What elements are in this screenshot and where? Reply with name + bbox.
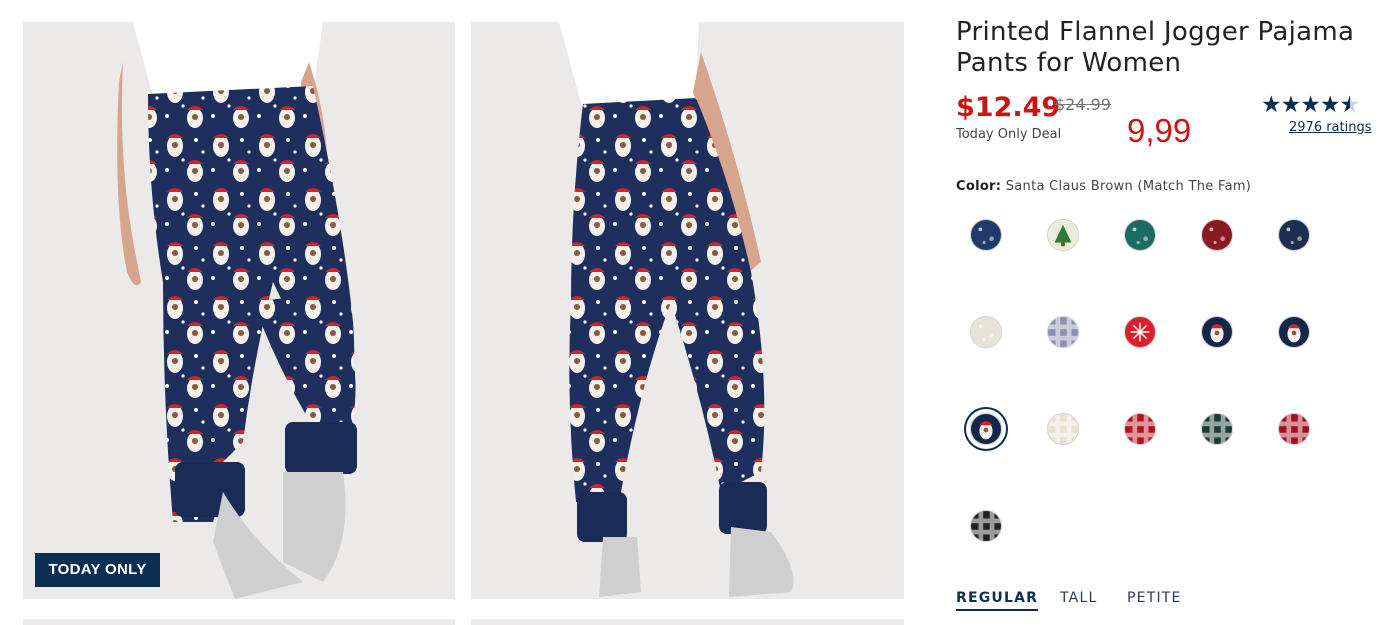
swatch-christmas-tree[interactable] bbox=[1047, 219, 1079, 251]
swatch-plaid-lavender[interactable] bbox=[1047, 316, 1079, 348]
swatch-navy-print[interactable] bbox=[970, 219, 1002, 251]
swatch-red-snowflake[interactable] bbox=[1124, 316, 1156, 348]
star-icon: ★ bbox=[1280, 91, 1302, 117]
swatch-teal-ornament[interactable] bbox=[1124, 219, 1156, 251]
swatch-santa-navy[interactable] bbox=[1201, 316, 1233, 348]
color-label-key: Color: bbox=[956, 179, 1002, 194]
tab-petite[interactable]: PETITE bbox=[1127, 590, 1182, 606]
swatch-santa-navy-2[interactable] bbox=[1278, 316, 1310, 348]
alt-price-overlay: 9,99 bbox=[1127, 112, 1192, 149]
star-rating[interactable]: ★★★★★ ★ bbox=[1261, 90, 1361, 118]
swatch-santa-claus-brown[interactable] bbox=[970, 413, 1002, 445]
color-label-value: Santa Claus Brown (Match The Fam) bbox=[1005, 179, 1252, 194]
product-title: Printed Flannel Jogger Pajama Pants for … bbox=[956, 17, 1355, 78]
swatch-black-white-check[interactable] bbox=[970, 510, 1002, 542]
pajama-back-illustration bbox=[471, 22, 904, 599]
swatch-cream-plaid[interactable] bbox=[1047, 413, 1079, 445]
swatch-green-plaid[interactable] bbox=[1201, 413, 1233, 445]
deal-label: Today Only Deal bbox=[956, 127, 1062, 142]
tab-tall[interactable]: TALL bbox=[1060, 590, 1097, 606]
pajama-front-illustration bbox=[23, 22, 455, 599]
half-star-icon: ★ ★ bbox=[1339, 91, 1361, 117]
product-image-3[interactable] bbox=[23, 619, 455, 625]
product-image-front[interactable] bbox=[23, 22, 455, 599]
star-icon: ★ bbox=[1261, 91, 1282, 117]
original-price: $24.99 bbox=[1055, 95, 1111, 114]
ratings-link[interactable]: 2976 ratings bbox=[1289, 120, 1372, 135]
product-image-back[interactable] bbox=[471, 22, 904, 599]
today-only-badge: TODAY ONLY bbox=[35, 553, 160, 587]
swatch-cream-print[interactable] bbox=[970, 316, 1002, 348]
swatch-buffalo-check[interactable] bbox=[1278, 413, 1310, 445]
swatch-red-print[interactable] bbox=[1201, 219, 1233, 251]
swatch-red-plaid[interactable] bbox=[1124, 413, 1156, 445]
product-image-4[interactable] bbox=[471, 619, 904, 625]
star-icon: ★ bbox=[1300, 91, 1321, 117]
tab-regular[interactable]: REGULAR bbox=[956, 590, 1039, 611]
sale-price: $12.49 bbox=[956, 92, 1061, 123]
swatch-navy-script[interactable] bbox=[1278, 219, 1310, 251]
color-label: Color: Santa Claus Brown (Match The Fam) bbox=[956, 179, 1251, 194]
star-icon: ★ bbox=[1319, 91, 1341, 117]
